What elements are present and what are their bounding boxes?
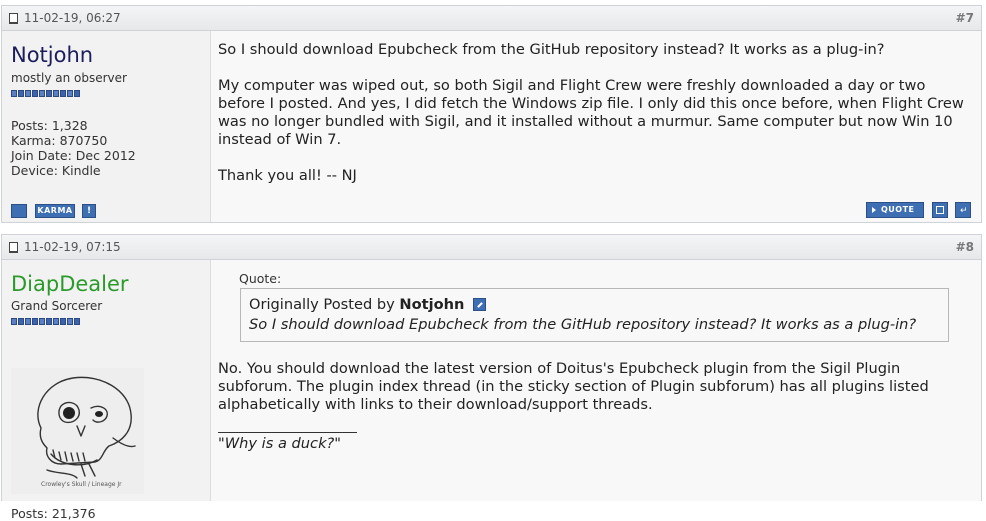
quote-button[interactable]: QUOTE bbox=[866, 202, 924, 218]
post-number-link[interactable]: #8 bbox=[956, 240, 974, 254]
quoted-text: So I should download Epubcheck from the … bbox=[249, 316, 917, 333]
stat-karma: Karma: 870750 bbox=[11, 133, 108, 148]
document-icon bbox=[9, 242, 18, 253]
user-info: DiapDealer Grand Sorcerer Crowley's Skul… bbox=[2, 260, 211, 521]
username-link[interactable]: Notjohn bbox=[11, 43, 93, 67]
signature-divider bbox=[218, 432, 357, 433]
document-icon bbox=[9, 13, 18, 24]
message-paragraph: So I should download Epubcheck from the … bbox=[218, 41, 885, 58]
view-post-icon[interactable] bbox=[473, 298, 487, 311]
skull-sketch-image: Crowley's Skull / Lineage Jr bbox=[11, 368, 144, 494]
stat-posts: Posts: 21,376 bbox=[11, 506, 96, 521]
multiquote-button[interactable] bbox=[932, 202, 948, 218]
post-date: 11-02-19, 06:27 bbox=[24, 11, 121, 25]
karma-button[interactable]: KARMA bbox=[35, 204, 75, 218]
quick-reply-button[interactable]: ↵ bbox=[955, 202, 971, 218]
quote-author: Notjohn bbox=[399, 296, 465, 313]
message-paragraph: My computer was wiped out, so both Sigil… bbox=[218, 77, 964, 148]
post-date: 11-02-19, 07:15 bbox=[24, 240, 121, 254]
quote-box: Originally Posted by Notjohn So I should… bbox=[240, 288, 949, 342]
post-8: 11-02-19, 07:15 #8 DiapDealer Grand Sorc… bbox=[1, 234, 982, 521]
message-body: So I should download Epubcheck from the … bbox=[211, 31, 981, 222]
user-info: Notjohn mostly an observer Posts: 1,328 … bbox=[2, 31, 211, 222]
message-text: So I should download Epubcheck from the … bbox=[218, 41, 967, 185]
user-stats: Posts: 21,376 bbox=[11, 506, 96, 521]
report-button[interactable]: ! bbox=[82, 204, 96, 218]
post-7: 11-02-19, 06:27 #7 Notjohn mostly an obs… bbox=[1, 5, 982, 223]
user-title: mostly an observer bbox=[11, 71, 127, 85]
user-profile-button[interactable] bbox=[11, 204, 27, 218]
quote-label: Quote: bbox=[239, 271, 282, 286]
message-body: Quote: Originally Posted by Notjohn So I… bbox=[211, 260, 981, 501]
post-header: 11-02-19, 06:27 #7 bbox=[2, 6, 981, 31]
message-text: No. You should download the latest versi… bbox=[218, 360, 967, 414]
reputation-bar bbox=[11, 318, 80, 325]
user-stats: Posts: 1,328 Karma: 870750 Join Date: De… bbox=[11, 118, 136, 178]
quote-attribution: Originally Posted by Notjohn bbox=[249, 295, 940, 315]
message-paragraph: No. You should download the latest versi… bbox=[218, 360, 929, 413]
signature: "Why is a duck?" bbox=[218, 435, 341, 452]
stat-device: Device: Kindle bbox=[11, 163, 101, 178]
play-icon bbox=[872, 207, 876, 213]
avatar-caption: Crowley's Skull / Lineage Jr bbox=[41, 481, 122, 488]
post-number-link[interactable]: #7 bbox=[956, 11, 974, 25]
user-title: Grand Sorcerer bbox=[11, 299, 103, 313]
avatar: Crowley's Skull / Lineage Jr bbox=[11, 368, 144, 494]
quote-button-label: QUOTE bbox=[881, 205, 915, 214]
reputation-bar bbox=[11, 90, 80, 97]
quote-by-prefix: Originally Posted by bbox=[249, 296, 395, 313]
reply-arrow-icon: ↵ bbox=[960, 206, 968, 216]
post-header: 11-02-19, 07:15 #8 bbox=[2, 235, 981, 260]
multiquote-icon bbox=[936, 206, 944, 214]
username-link[interactable]: DiapDealer bbox=[11, 272, 129, 296]
message-paragraph: Thank you all! -- NJ bbox=[218, 167, 357, 184]
stat-join-date: Join Date: Dec 2012 bbox=[11, 148, 136, 163]
stat-posts: Posts: 1,328 bbox=[11, 118, 88, 133]
